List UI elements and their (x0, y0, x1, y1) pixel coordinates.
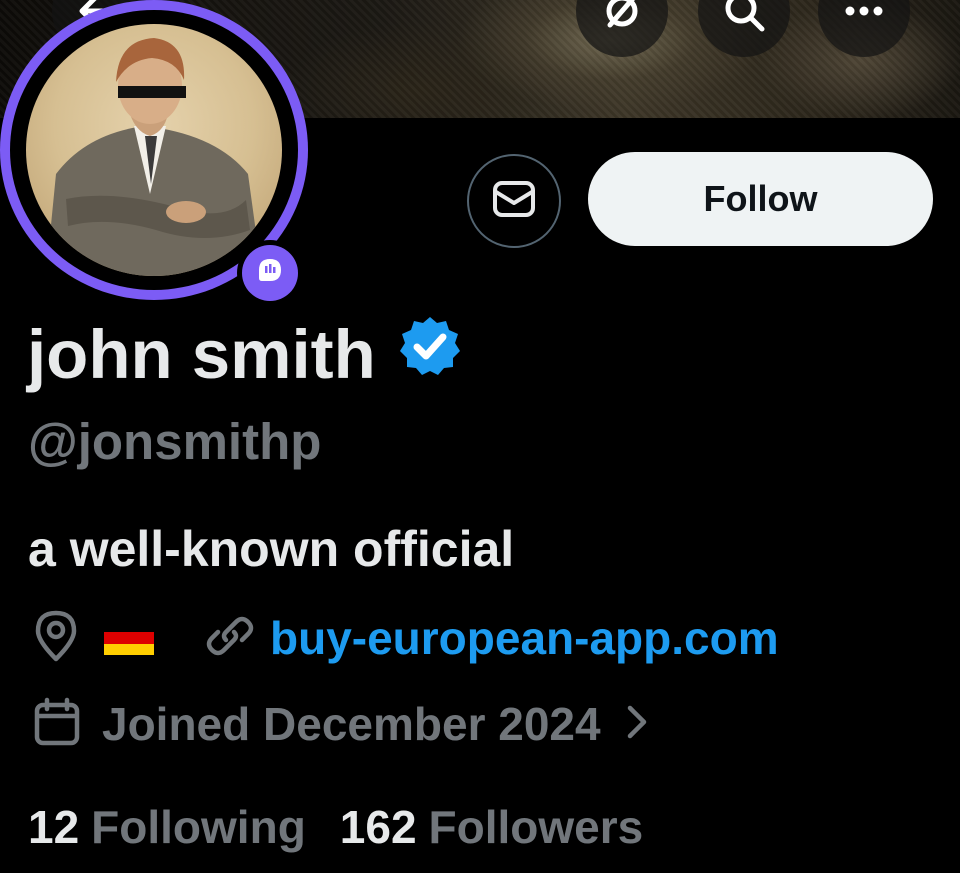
verified-badge-icon[interactable] (398, 310, 462, 400)
following-count: 12 (28, 801, 80, 853)
spaces-icon (255, 256, 285, 291)
following-label: Following (91, 801, 306, 853)
display-name: john smith (27, 316, 376, 393)
message-button[interactable] (467, 154, 561, 248)
follow-button[interactable]: Follow (588, 152, 933, 246)
grok-icon (600, 0, 644, 33)
joined-date: Joined December 2024 (102, 698, 601, 750)
spaces-badge[interactable] (237, 240, 303, 306)
location-flag (104, 621, 154, 655)
following-link[interactable]: 12 Following (28, 800, 306, 854)
avatar-image[interactable] (26, 24, 282, 276)
followers-link[interactable]: 162 Followers (340, 800, 643, 854)
more-horizontal-icon (842, 5, 886, 17)
profile-bio: a well-known official (28, 521, 515, 577)
chevron-right-icon (625, 702, 649, 747)
joined-date-row[interactable]: Joined December 2024 (32, 692, 649, 756)
calendar-icon (32, 697, 82, 752)
profile-handle: @jonsmithp (28, 413, 322, 470)
follow-button-label: Follow (703, 178, 818, 219)
search-icon (722, 0, 766, 33)
profile-name-row: john smith (27, 310, 462, 400)
profile-meta-row: buy-european-app.com (32, 604, 779, 672)
location-pin-icon (32, 609, 80, 668)
website-link[interactable]: buy-european-app.com (270, 611, 779, 665)
follow-stats: 12 Following 162 Followers (28, 795, 643, 859)
followers-count: 162 (339, 801, 417, 853)
envelope-icon (491, 179, 537, 224)
spaces-badge-inner (242, 245, 298, 301)
followers-label: Followers (428, 801, 644, 853)
link-icon (202, 608, 258, 669)
